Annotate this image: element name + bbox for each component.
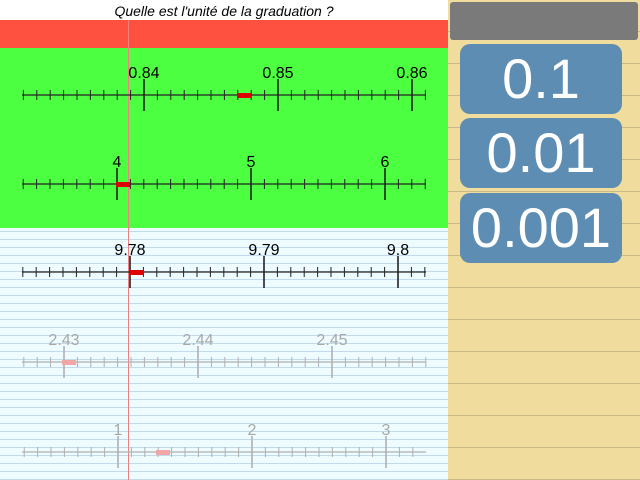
tick-label: 6 <box>381 154 390 171</box>
tick-label: 2.44 <box>182 332 213 349</box>
tick-label: 2 <box>248 422 257 439</box>
answer-button-0-01[interactable]: 0.01 <box>460 118 622 188</box>
tick-label: 9.8 <box>387 242 409 259</box>
position-marker <box>116 182 130 187</box>
tick-label: 0.84 <box>128 65 159 82</box>
tick-label: 2.45 <box>316 332 347 349</box>
answer-button-0-001[interactable]: 0.001 <box>460 193 622 263</box>
tick-label: 0.86 <box>396 65 427 82</box>
tick-label: 9.78 <box>114 242 145 259</box>
position-marker <box>237 93 251 98</box>
tick-label: 5 <box>247 154 256 171</box>
tick-label: 0.85 <box>262 65 293 82</box>
answer-display <box>450 2 638 40</box>
tick-label: 3 <box>382 422 391 439</box>
position-marker <box>156 450 170 455</box>
position-marker <box>130 270 144 275</box>
tick-label: 1 <box>114 422 123 439</box>
tick-label: 9.79 <box>248 242 279 259</box>
exercise-area: Quelle est l'unité de la graduation ? 0.… <box>0 0 448 480</box>
tick-label: 2.43 <box>48 332 79 349</box>
answer-button-0-1[interactable]: 0.1 <box>460 44 622 114</box>
position-marker <box>62 360 76 365</box>
tick-label: 4 <box>113 154 122 171</box>
number-lines: 0.84 0.85 0.86 4 5 6 9.78 9.79 9.8 2.43 2.44 2.45 1 2… <box>22 65 428 468</box>
